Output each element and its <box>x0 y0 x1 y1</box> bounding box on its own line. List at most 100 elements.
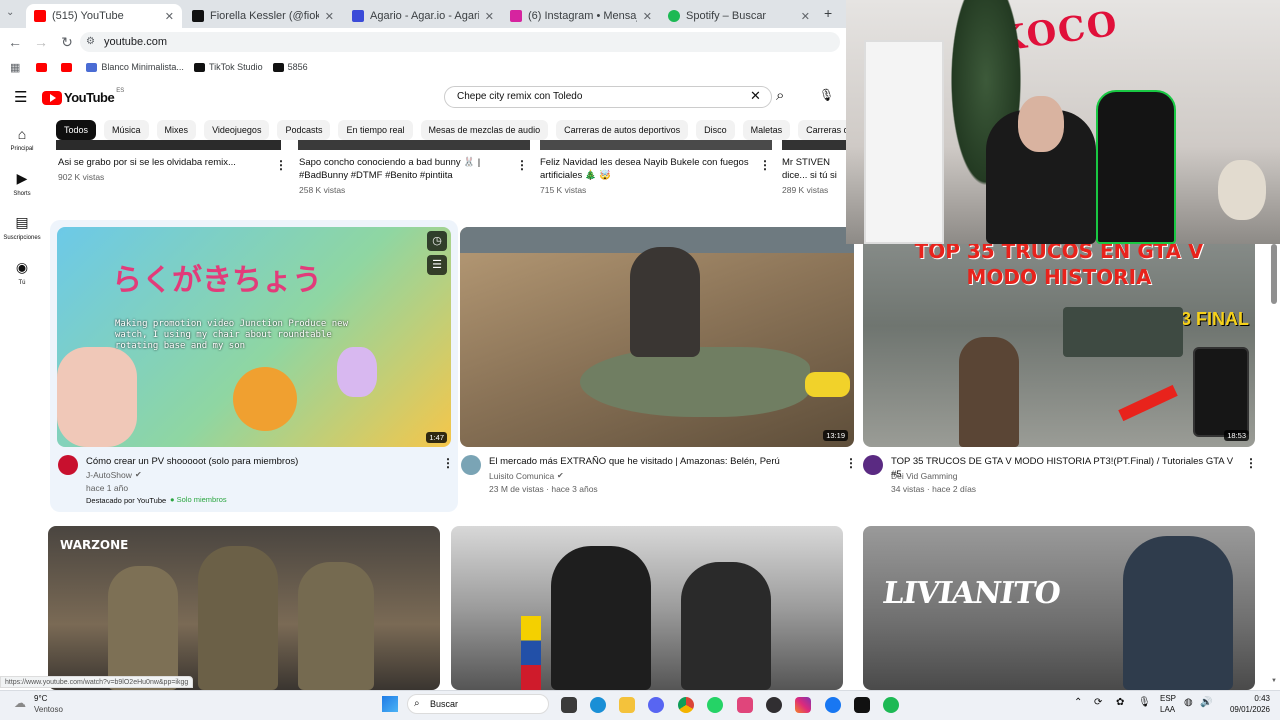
instagram-icon[interactable] <box>795 697 811 713</box>
close-tab-icon[interactable]: ✕ <box>801 10 810 23</box>
edge-icon[interactable] <box>590 697 606 713</box>
search-icon[interactable]: ⌕ <box>776 87 784 104</box>
tray-chevron-icon[interactable]: ⌃ <box>1074 697 1082 708</box>
volume-icon[interactable]: 🔊 <box>1200 697 1212 708</box>
snipping-tool-icon[interactable] <box>737 697 753 713</box>
close-tab-icon[interactable]: ✕ <box>325 10 334 23</box>
video-thumbnail[interactable]: TOP 35 TRUCOS EN GTA V MODO HISTORIA PT3… <box>863 227 1255 447</box>
new-tab-button[interactable]: + <box>824 5 832 21</box>
avatar[interactable] <box>863 455 883 475</box>
network-icon[interactable]: ◍ <box>1184 697 1193 708</box>
more-options-icon[interactable]: ⋮ <box>1245 456 1257 470</box>
thumb-hand <box>57 347 137 447</box>
chip-mesas-de-mezclas-de-audio[interactable]: Mesas de mezclas de audio <box>420 120 549 140</box>
bookmark-youtube-1[interactable] <box>36 62 51 72</box>
forward-icon[interactable]: → <box>30 34 52 50</box>
clear-search-icon[interactable]: ✕ <box>750 88 761 104</box>
search-input[interactable]: Chepe city remix con Toledo <box>444 86 772 108</box>
more-options-icon[interactable]: ⋮ <box>516 158 528 172</box>
tab-youtube[interactable]: (515) YouTube ✕ <box>26 4 182 28</box>
more-options-icon[interactable]: ⋮ <box>275 158 287 172</box>
bookmark-tiktok-studio[interactable]: TikTok Studio <box>193 62 263 72</box>
page-scrollbar[interactable] <box>1271 244 1277 304</box>
video-title[interactable]: Feliz Navidad les desea Nayib Bukele con… <box>540 156 755 182</box>
site-info-icon[interactable]: ⚙ <box>86 32 95 52</box>
video-thumbnail[interactable]: WARZONE <box>48 526 440 690</box>
tiktok-icon[interactable] <box>854 697 870 713</box>
task-view-icon[interactable] <box>561 697 577 713</box>
chip-carreras-de-autos-deportivos[interactable]: Carreras de autos deportivos <box>556 120 689 140</box>
bookmark-blanco[interactable]: Blanco Minimalista... <box>86 62 184 72</box>
video-title[interactable]: El mercado más EXTRAÑO que he visitado |… <box>489 455 839 468</box>
more-options-icon[interactable]: ⋮ <box>845 456 857 470</box>
facebook-icon[interactable] <box>825 697 841 713</box>
chrome-icon[interactable] <box>678 697 694 713</box>
obs-icon[interactable] <box>766 697 782 713</box>
more-options-icon[interactable]: ⋮ <box>442 456 454 470</box>
channel-name[interactable]: Luisito Comunica <box>489 470 554 482</box>
video-title[interactable]: Cómo crear un PV shooooot (solo para mie… <box>86 455 436 468</box>
avatar[interactable] <box>461 455 481 475</box>
thumb-person <box>630 247 700 357</box>
channel-name[interactable]: J-AutoShow <box>86 469 132 481</box>
watch-later-icon[interactable]: ◷ <box>427 231 447 251</box>
sidebar-item-principal[interactable]: ⌂ Principal <box>0 126 44 152</box>
voice-search-icon[interactable]: 🎙 <box>819 88 834 102</box>
bookmark-youtube-2[interactable] <box>61 62 76 72</box>
add-to-queue-icon[interactable]: ☰ <box>427 255 447 275</box>
microphone-icon[interactable]: 🎙 <box>1138 697 1151 708</box>
tab-instagram[interactable]: (6) Instagram • Mensajes ✕ <box>502 4 660 28</box>
video-title[interactable]: Sapo concho conociendo a bad bunny 🐰 | #… <box>299 156 509 182</box>
close-tab-icon[interactable]: ✕ <box>165 10 174 23</box>
chip-videojuegos[interactable]: Videojuegos <box>204 120 270 140</box>
tray-lang[interactable]: ESP <box>1160 694 1176 703</box>
bookmark-5856[interactable]: 5856 <box>272 62 308 72</box>
reload-icon[interactable]: ↻ <box>56 34 78 51</box>
more-options-icon[interactable]: ⋮ <box>759 158 771 172</box>
tray-app-icon[interactable]: ✿ <box>1116 697 1124 708</box>
tab-spotify[interactable]: Spotify – Buscar ✕ <box>660 4 818 28</box>
tray-app-icon[interactable]: ⟳ <box>1094 697 1102 708</box>
avatar[interactable] <box>58 455 78 475</box>
video-thumbnail[interactable]: らくがきちょう Making promotion video Junction … <box>57 227 451 447</box>
channel-name[interactable]: Dei Vid Gamming <box>891 470 957 482</box>
weather-icon[interactable]: ☁ <box>14 696 26 710</box>
sidebar-item-tu[interactable]: ◉ Tú <box>0 259 44 286</box>
chip-carreras-de-automóviles[interactable]: Carreras de automóviles <box>798 120 846 140</box>
clock-time[interactable]: 0:43 <box>1224 694 1270 703</box>
sidebar-item-suscripciones[interactable]: ▤ Suscripciones <box>0 214 44 241</box>
video-title[interactable]: Asi se grabo por si se les olvidaba remi… <box>58 156 273 169</box>
video-thumbnail[interactable]: 13:19 <box>460 227 854 447</box>
tab-search-icon[interactable]: ⌄ <box>6 7 14 18</box>
close-tab-icon[interactable]: ✕ <box>485 10 494 23</box>
thumb-livianito-logo: LIVIANITO <box>880 576 1063 611</box>
close-tab-icon[interactable]: ✕ <box>643 10 652 23</box>
youtube-logo[interactable]: YouTube ES <box>42 88 124 105</box>
back-icon[interactable]: ← <box>4 34 26 50</box>
whatsapp-icon[interactable] <box>707 697 723 713</box>
sidebar-item-shorts[interactable]: ▶ Shorts <box>0 170 44 197</box>
chip-en-tiempo-real[interactable]: En tiempo real <box>338 120 413 140</box>
tab-tiktok[interactable]: Fiorella Kessler (@fiokessler) | TikTok … <box>184 4 342 28</box>
taskbar-search[interactable]: ⌕ Buscar <box>407 694 549 714</box>
chip-mixes[interactable]: Mixes <box>156 120 197 140</box>
clock-date[interactable]: 09/01/2026 <box>1224 705 1270 714</box>
chip-disco[interactable]: Disco <box>696 120 735 140</box>
video-thumbnail[interactable] <box>451 526 843 690</box>
thumb-character <box>959 337 1019 447</box>
address-bar[interactable]: ⚙ youtube.com <box>80 32 840 52</box>
menu-icon[interactable]: ☰ <box>14 88 27 106</box>
chip-podcasts[interactable]: Podcasts <box>277 120 331 140</box>
apps-grid-icon[interactable]: ▦ <box>10 61 20 74</box>
video-title[interactable]: Mr STIVEN dice... si tú si sa... <box>782 156 844 182</box>
chip-todos[interactable]: Todos <box>56 120 97 140</box>
discord-icon[interactable] <box>648 697 664 713</box>
scroll-down-icon[interactable]: ▼ <box>1271 678 1277 684</box>
tab-agario[interactable]: Agario - Agar.io - Agario Juego ✕ <box>344 4 502 28</box>
start-icon[interactable] <box>382 696 398 712</box>
video-thumbnail[interactable]: LIVIANITO <box>863 526 1255 690</box>
chip-maletas[interactable]: Maletas <box>742 120 791 140</box>
file-explorer-icon[interactable] <box>619 697 635 713</box>
chip-música[interactable]: Música <box>104 120 149 140</box>
spotify-icon[interactable] <box>883 697 899 713</box>
